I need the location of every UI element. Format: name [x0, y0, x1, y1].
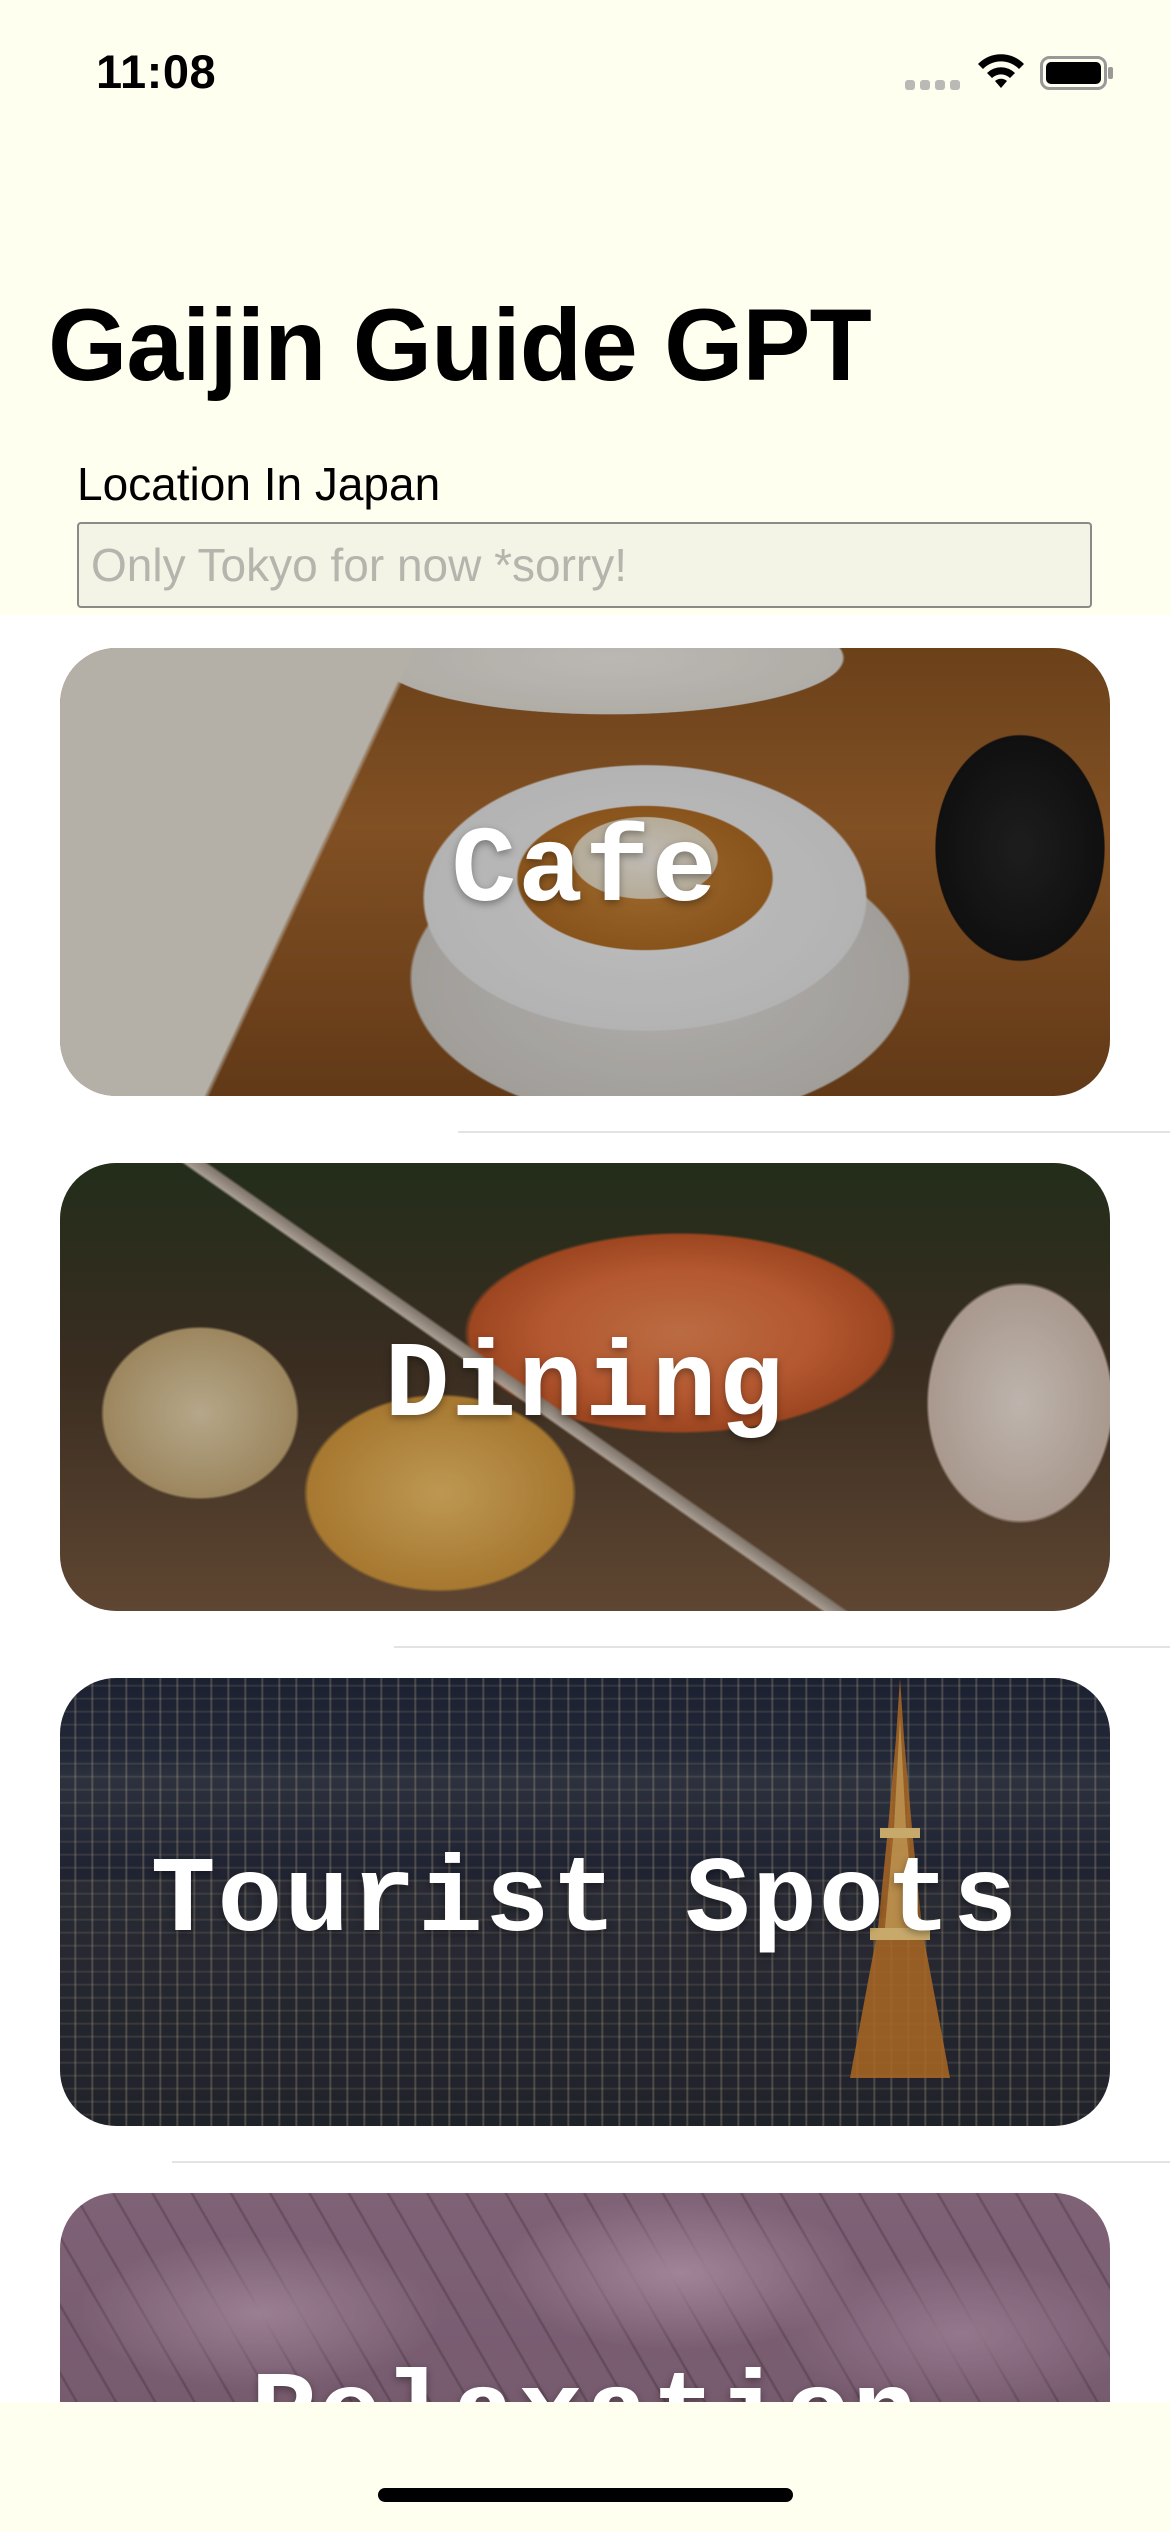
home-indicator[interactable]: [378, 2488, 793, 2502]
category-card-tourist-spots[interactable]: Tourist Spots: [60, 1678, 1110, 2126]
category-label-dining: Dining: [384, 1326, 786, 1448]
category-card-cafe[interactable]: Cafe: [60, 648, 1110, 1096]
category-label-cafe: Cafe: [451, 811, 719, 933]
location-input[interactable]: [77, 522, 1092, 608]
row-separator: [394, 1646, 1170, 1648]
signal-dots-icon: [905, 80, 961, 92]
bottom-safe-area: [0, 2402, 1170, 2532]
status-bar: 11:08: [0, 0, 1170, 150]
category-card-dining[interactable]: Dining: [60, 1163, 1110, 1611]
row-separator: [458, 1131, 1170, 1133]
wifi-icon: [978, 54, 1024, 88]
status-time: 11:08: [96, 45, 217, 98]
battery-icon: [1040, 56, 1113, 90]
app-title: Gaijin Guide GPT: [48, 288, 872, 402]
row-separator: [172, 2161, 1170, 2163]
location-label: Location In Japan: [77, 458, 441, 510]
category-label-relaxation: Relaxation: [60, 2193, 1110, 2402]
category-list[interactable]: Cafe Dining Tourist Spots Relaxation: [0, 615, 1170, 2402]
category-card-relaxation[interactable]: Relaxation: [60, 2193, 1110, 2402]
category-label-tourist-spots: Tourist Spots: [150, 1841, 1020, 1963]
